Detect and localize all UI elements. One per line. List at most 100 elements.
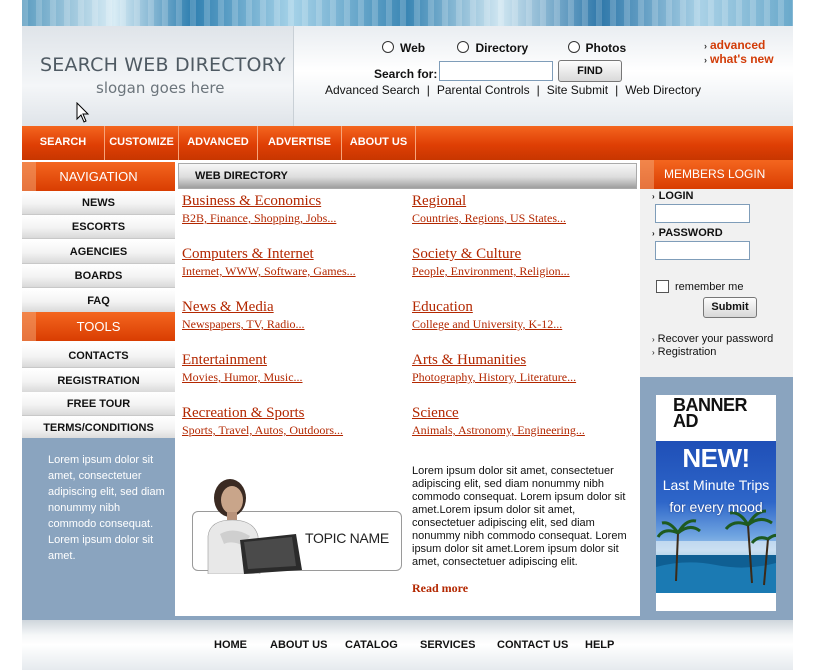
login-field[interactable] [655, 204, 750, 223]
option-web[interactable]: Web [382, 41, 425, 55]
sidebar-item-escorts[interactable]: ESCORTS [22, 215, 175, 239]
sidebar-item-contacts[interactable]: CONTACTS [22, 344, 175, 368]
footer-link-catalog[interactable]: CATALOG [345, 639, 398, 651]
category-society: Society & Culture People, Environment, R… [412, 246, 570, 279]
category-title-link[interactable]: Entertainment [182, 352, 303, 369]
category-title-link[interactable]: Recreation & Sports [182, 405, 343, 422]
category-sub-link[interactable]: College and University, K-12... [412, 317, 562, 332]
web-directory-link[interactable]: Web Directory [625, 83, 701, 97]
directory-heading-bar: WEB DIRECTORY [178, 163, 637, 189]
search-label: Search for: [374, 67, 438, 81]
sidebar-item-news[interactable]: NEWS [22, 191, 175, 215]
travel-ad-image: NEW! Last Minute Trips for every mood [656, 441, 776, 593]
arrow-icon: › [704, 41, 707, 51]
left-sidebar: NAVIGATION NEWS ESCORTS AGENCIES BOARDS … [22, 160, 175, 616]
topnav-advertise[interactable]: ADVERTISE [258, 126, 342, 160]
password-label: › PASSWORD [652, 227, 723, 239]
recover-password-link[interactable]: › Recover your password [652, 333, 773, 345]
submit-button[interactable]: Submit [703, 297, 757, 318]
category-sub-link[interactable]: Countries, Regions, US States... [412, 211, 566, 226]
category-sub-link[interactable]: People, Environment, Religion... [412, 264, 570, 279]
navigation-heading: NAVIGATION [22, 162, 175, 191]
radio-directory[interactable] [457, 41, 470, 53]
arrow-icon: › [704, 55, 707, 65]
arrow-icon: › [652, 229, 655, 238]
site-submit-link[interactable]: Site Submit [547, 83, 608, 97]
category-title-link[interactable]: Business & Economics [182, 193, 336, 210]
category-title-link[interactable]: Science [412, 405, 585, 422]
footer-link-help[interactable]: HELP [585, 639, 614, 651]
option-photos[interactable]: Photos [567, 41, 626, 55]
remember-me-label: remember me [675, 281, 744, 293]
directory-heading: WEB DIRECTORY [195, 170, 288, 182]
banner-ad[interactable]: BANNER AD NEW! Last Minute Trips for eve… [656, 395, 776, 611]
footer-link-services[interactable]: SERVICES [420, 639, 475, 651]
category-business: Business & Economics B2B, Finance, Shopp… [182, 193, 336, 226]
category-sub-link[interactable]: Photography, History, Literature... [412, 370, 576, 385]
arrow-icon: › [652, 348, 655, 357]
window-right-margin [793, 0, 816, 670]
site-title: SEARCH WEB DIRECTORY [40, 54, 286, 76]
category-title-link[interactable]: Regional [412, 193, 566, 210]
read-more-link[interactable]: Read more [412, 581, 468, 596]
search-type-options: Web Directory Photos [382, 41, 626, 55]
category-regional: Regional Countries, Regions, US States..… [412, 193, 566, 226]
sidebar-item-boards[interactable]: BOARDS [22, 264, 175, 288]
sidebar-item-agencies[interactable]: AGENCIES [22, 240, 175, 264]
sidebar-blurb: Lorem ipsum dolor sit amet, consectetuer… [48, 454, 165, 562]
category-sub-link[interactable]: B2B, Finance, Shopping, Jobs... [182, 211, 336, 226]
radio-web[interactable] [382, 41, 394, 53]
sidebar-item-free-tour[interactable]: FREE TOUR [22, 392, 175, 416]
category-title-link[interactable]: News & Media [182, 299, 305, 316]
footer-link-about-us[interactable]: ABOUT US [270, 639, 327, 651]
main-content: WEB DIRECTORY Business & Economics B2B, … [175, 160, 640, 616]
topnav-about-us[interactable]: ABOUT US [342, 126, 416, 160]
category-title-link[interactable]: Society & Culture [412, 246, 570, 263]
category-sub-link[interactable]: Newspapers, TV, Radio... [182, 317, 305, 332]
ad-line-2: for every mood [669, 499, 763, 515]
whats-new-link[interactable]: › what's new [704, 53, 774, 67]
logo-area: SEARCH WEB DIRECTORY slogan goes here [22, 26, 294, 126]
category-title-link[interactable]: Computers & Internet [182, 246, 356, 263]
members-login-heading: MEMBERS LOGIN [640, 160, 793, 189]
find-button[interactable]: FIND [558, 60, 622, 82]
category-title-link[interactable]: Arts & Humanities [412, 352, 576, 369]
topnav-search[interactable]: SEARCH [22, 126, 105, 160]
topnav-advanced[interactable]: ADVANCED [179, 126, 258, 160]
sidebar-item-faq[interactable]: FAQ [22, 289, 175, 313]
sidebar-item-registration[interactable]: REGISTRATION [22, 369, 175, 393]
person-with-laptop-image [207, 479, 302, 574]
category-title-link[interactable]: Education [412, 299, 562, 316]
sidebar-blurb-panel: Lorem ipsum dolor sit amet, consectetuer… [22, 438, 175, 616]
window-left-margin [0, 0, 22, 670]
page: SEARCH WEB DIRECTORY slogan goes here We… [22, 0, 793, 670]
category-sub-link[interactable]: Internet, WWW, Software, Games... [182, 264, 356, 279]
arrow-icon: › [652, 335, 655, 344]
category-sub-link[interactable]: Sports, Travel, Autos, Outdoors... [182, 423, 343, 438]
password-field[interactable] [655, 241, 750, 260]
footer-link-home[interactable]: HOME [214, 639, 247, 651]
banner-panel: BANNER AD NEW! Last Minute Trips for eve… [640, 377, 793, 616]
category-news-media: News & Media Newspapers, TV, Radio... [182, 299, 305, 332]
footer-link-contact-us[interactable]: CONTACT US [497, 639, 568, 651]
parental-controls-link[interactable]: Parental Controls [437, 83, 530, 97]
search-input[interactable] [439, 61, 553, 81]
banner-label: BANNER AD [673, 395, 748, 431]
remember-me-checkbox[interactable] [656, 280, 669, 293]
category-sub-link[interactable]: Animals, Astronomy, Engineering... [412, 423, 585, 438]
option-directory[interactable]: Directory [457, 41, 528, 55]
right-sidebar: MEMBERS LOGIN › LOGIN › PASSWORD remember … [640, 160, 793, 616]
registration-link[interactable]: › Registration [652, 346, 716, 358]
ad-line-1: Last Minute Trips [662, 477, 770, 493]
top-banner-strip [22, 0, 793, 26]
category-sub-link[interactable]: Movies, Humor, Music... [182, 370, 303, 385]
login-label: › LOGIN [652, 190, 694, 202]
advanced-link[interactable]: › advanced [704, 39, 774, 53]
advanced-search-link[interactable]: Advanced Search [325, 83, 420, 97]
sidebar-item-terms-conditions[interactable]: TERMS/CONDITIONS [22, 416, 175, 440]
top-navigation: SEARCH CUSTOMIZE ADVANCED ADVERTISE ABOU… [22, 126, 793, 160]
radio-photos[interactable] [567, 41, 580, 53]
topnav-customize[interactable]: CUSTOMIZE [105, 126, 179, 160]
header: SEARCH WEB DIRECTORY slogan goes here We… [22, 26, 793, 126]
category-education: Education College and University, K-12..… [412, 299, 562, 332]
